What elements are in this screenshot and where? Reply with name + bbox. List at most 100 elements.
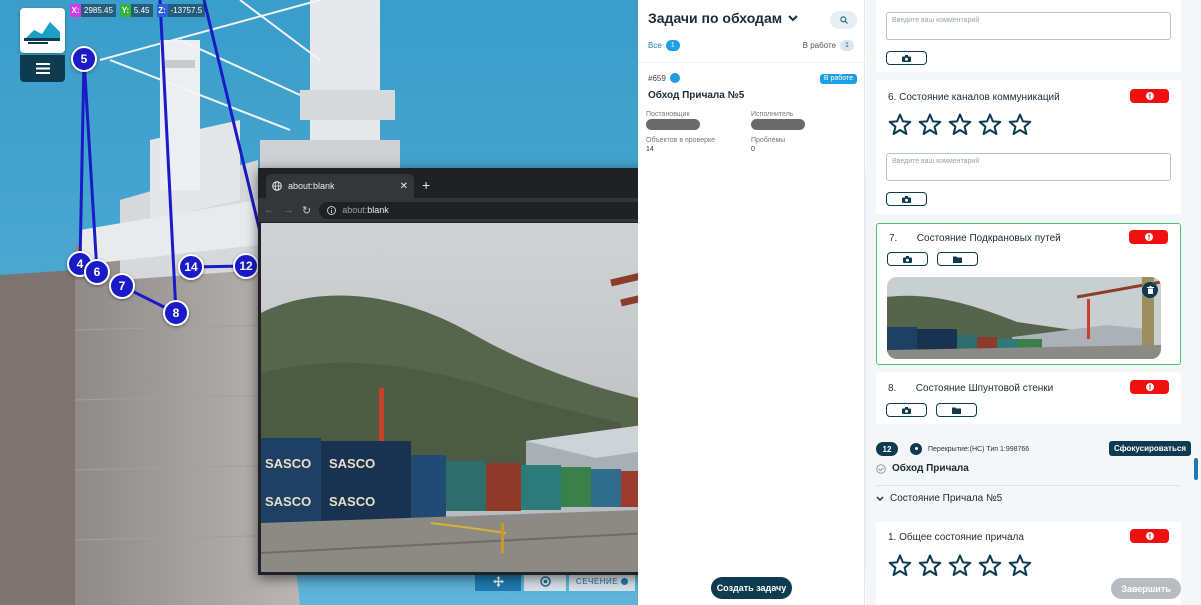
marker-7[interactable]: 7 [109,273,135,299]
item-7-folder-button[interactable] [937,252,978,266]
coord-x: X: 2985.45 [70,4,116,17]
executor-redacted [751,119,805,130]
search-icon [839,16,848,24]
form-item-6: 6. Состояние каналов коммуникаций Введит… [876,80,1181,214]
subsection-berth[interactable]: Состояние Причала №5 [876,493,1181,504]
svg-text:SASCO: SASCO [265,494,311,509]
star-icon[interactable] [948,554,972,577]
item-6-problem-button[interactable] [1130,89,1169,103]
info-icon[interactable] [327,205,337,215]
star-icon[interactable] [888,554,912,577]
location-pin-icon [669,73,680,83]
item-1-rating[interactable] [888,554,1032,577]
tasks-panel: Задачи по обходам Все 1 В работе 1 #659 … [638,0,865,605]
marker-12[interactable]: 12 [233,253,259,279]
close-tab-icon[interactable]: ✕ [400,181,408,192]
star-icon[interactable] [948,113,972,136]
coord-z: Z: -13757.5 [156,4,206,17]
section-inspection[interactable]: Обход Причала [876,463,1181,474]
folder-icon [953,256,962,263]
delete-photo-button[interactable] [1142,282,1158,298]
check-circle-icon [876,463,886,474]
star-icon[interactable] [978,554,1002,577]
task-title: Обход Причала №5 [648,90,745,101]
svg-text:SASCO: SASCO [329,494,375,509]
star-icon[interactable] [978,113,1002,136]
item-6-title: 6. Состояние каналов коммуникаций [888,92,1060,103]
task-card[interactable]: #659 В работе Обход Причала №5 Постановщ… [638,62,865,164]
item-8-folder-button[interactable] [936,403,977,417]
create-task-button[interactable]: Создать задачу [711,577,792,599]
location-pin-icon [910,443,922,455]
tasks-header[interactable]: Задачи по обходам [648,10,798,26]
tasks-title: Задачи по обходам [648,10,783,26]
app-logo[interactable] [20,8,65,53]
filter-in-progress[interactable]: В работе 1 [803,40,854,51]
marker-6[interactable]: 6 [84,259,110,285]
element-count-badge: 12 [876,442,898,456]
hamburger-icon [35,63,50,74]
task-objects: Объектов в проверке 14 [646,137,716,153]
svg-text:SASCO: SASCO [329,456,375,471]
filter-all-count: 1 [665,40,680,51]
star-icon[interactable] [1008,554,1032,577]
photo-thumbnail-image [887,277,1161,359]
item-8-problem-button[interactable] [1130,380,1169,394]
coord-y: Y: 5.45 [119,4,153,17]
section-title: Обход Причала [892,463,969,474]
filter-in-progress-count: 1 [840,40,854,51]
alert-icon [1145,92,1154,100]
item-7-camera-button[interactable] [887,252,928,266]
item-6-rating[interactable] [888,113,1032,136]
item-6-camera-button[interactable] [886,192,927,206]
alert-icon [1145,383,1154,391]
star-icon[interactable] [1008,113,1032,136]
camera-icon [902,406,911,414]
item-6-comment-field[interactable]: Введите ваш комментарий [886,153,1171,181]
focus-button[interactable]: Сфокусироваться [1108,441,1191,456]
task-assigner: Постановщик [646,111,700,130]
divider [876,485,1181,486]
element-meta-row: 12 Перекрытие:(НС) Тип 1:998766 Сфокусир… [876,440,1191,458]
filter-all[interactable]: Все 1 [648,40,680,51]
browser-tab[interactable]: about:blank ✕ [266,174,414,198]
item-1-title: 1. Общее состояние причала [888,532,1024,543]
forward-arrow-icon[interactable]: → [283,204,294,216]
folder-icon [952,407,961,414]
camera-icon [903,255,912,263]
item-8-camera-button[interactable] [886,403,927,417]
form-item-5: Введите ваш комментарий [876,0,1181,72]
marker-8[interactable]: 8 [163,300,189,326]
reload-icon[interactable]: ↻ [302,204,311,217]
item-7-photo-thumbnail[interactable] [887,277,1161,359]
alert-icon [1144,233,1153,241]
marker-14[interactable]: 14 [178,254,204,280]
star-icon[interactable] [918,554,942,577]
tasks-search-button[interactable] [830,11,857,29]
finish-button[interactable]: Завершить [1111,578,1181,599]
new-tab-button[interactable]: + [422,174,430,198]
inspection-form: Введите ваш комментарий 6. Состояние кан… [866,0,1201,605]
element-type-text: Перекрытие:(НС) Тип 1:998766 [928,445,1030,453]
chevron-down-icon[interactable] [788,14,798,22]
ship-logo-icon [24,22,60,44]
item-1-problem-button[interactable] [1130,529,1169,543]
browser-tab-title: about:blank [288,181,335,191]
form-item-8: 8. Состояние Шпунтовой стенки [876,372,1181,424]
star-icon[interactable] [888,113,912,136]
camera-icon [902,54,911,62]
item-7-title: 7. Состояние Подкрановых путей [889,233,1061,244]
trash-icon [1146,286,1154,294]
item-7-problem-button[interactable] [1129,230,1168,244]
marker-5[interactable]: 5 [71,46,97,72]
camera-button[interactable] [886,51,927,65]
chevron-down-icon [876,496,884,501]
back-arrow-icon[interactable]: ← [264,204,275,216]
comment-field[interactable]: Введите ваш комментарий [886,12,1171,40]
item-8-title: 8. Состояние Шпунтовой стенки [888,383,1054,394]
form-scrollbar[interactable] [1194,458,1198,480]
subsection-title: Состояние Причала №5 [890,493,1003,504]
star-icon[interactable] [918,113,942,136]
task-status-badge: В работе [819,74,857,84]
main-menu-button[interactable] [20,55,65,82]
